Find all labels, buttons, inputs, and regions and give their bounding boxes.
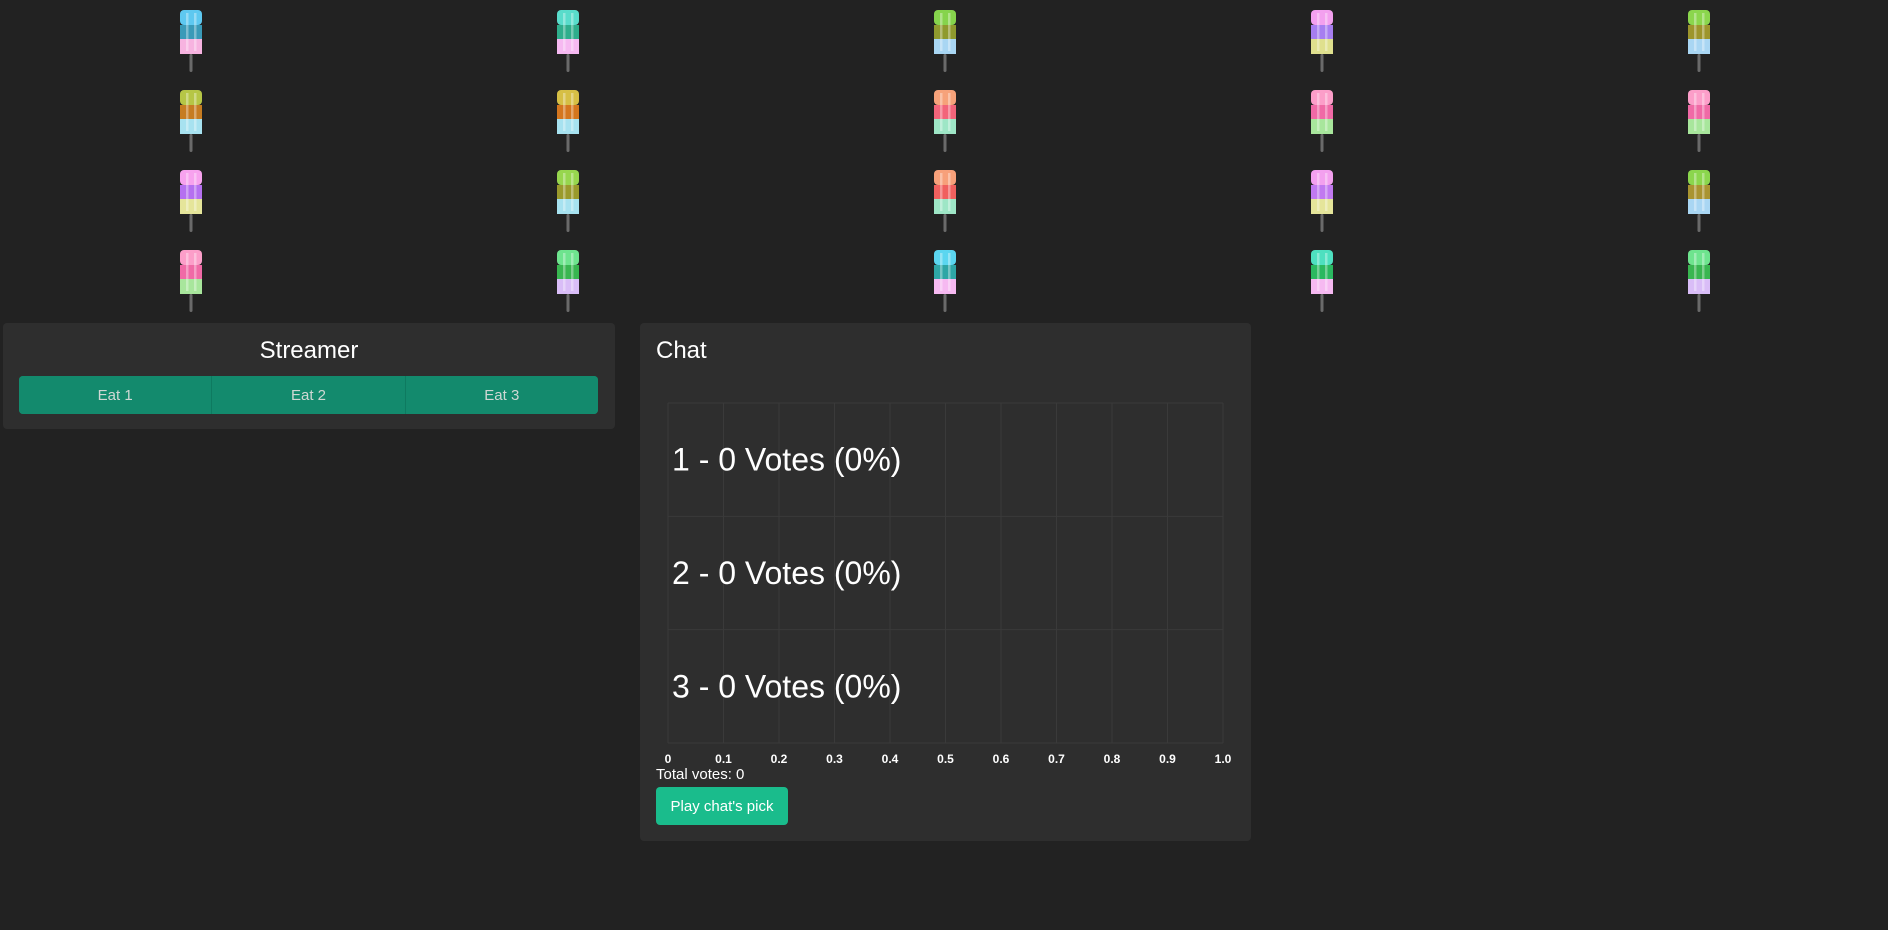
popsicle-icon <box>934 170 956 232</box>
eat-2-button[interactable]: Eat 2 <box>212 376 406 414</box>
chart-tick-label: 0.6 <box>993 752 1010 763</box>
streamer-title: Streamer <box>259 337 359 364</box>
popsicle-icon <box>557 90 579 152</box>
chart-tick-label: 0.1 <box>715 752 732 763</box>
chart-bar-label: 2 - 0 Votes (0%) <box>672 555 901 591</box>
popsicle-icon <box>1688 10 1710 72</box>
popsicle-icon <box>1688 170 1710 232</box>
chart-tick-label: 0 <box>665 752 672 763</box>
vote-chart: 1 - 0 Votes (0%) 2 - 0 Votes (0%) 3 - 0 Vo… <box>665 402 1232 763</box>
popsicle-grid <box>0 0 1888 320</box>
chat-panel: Chat 1 - 0 Votes (0%) 2 - 0 Votes (0%) 3 -… <box>640 323 1251 841</box>
chart-tick-label: 0.7 <box>1048 752 1065 763</box>
popsicle-icon <box>557 250 579 312</box>
chart-tick-label: 0.8 <box>1104 752 1121 763</box>
total-votes-label: Total votes: 0 <box>656 766 745 783</box>
popsicle-icon <box>557 10 579 72</box>
popsicle-icon <box>934 90 956 152</box>
chart-tick-label: 0.9 <box>1159 752 1176 763</box>
popsicle-icon <box>1311 10 1333 72</box>
streamer-panel: Streamer Eat 1 Eat 2 Eat 3 <box>3 323 615 429</box>
popsicle-icon <box>557 170 579 232</box>
chart-tick-label: 0.5 <box>937 752 954 763</box>
popsicle-icon <box>934 10 956 72</box>
chart-tick-label: 0.4 <box>882 752 899 763</box>
popsicle-icon <box>934 250 956 312</box>
popsicle-icon <box>1688 90 1710 152</box>
popsicle-icon <box>1311 250 1333 312</box>
play-chats-pick-button[interactable]: Play chat's pick <box>656 787 788 825</box>
popsicle-icon <box>180 250 202 312</box>
chart-tick-label: 1.0 <box>1215 752 1232 763</box>
popsicle-icon <box>180 90 202 152</box>
eat-3-button[interactable]: Eat 3 <box>405 376 598 414</box>
popsicle-icon <box>1688 250 1710 312</box>
popsicle-icon <box>1311 170 1333 232</box>
popsicle-icon <box>1311 90 1333 152</box>
chart-bar-label: 3 - 0 Votes (0%) <box>672 668 901 704</box>
popsicle-icon <box>180 10 202 72</box>
chart-tick-label: 0.2 <box>771 752 788 763</box>
chart-tick-label: 0.3 <box>826 752 843 763</box>
popsicle-icon <box>180 170 202 232</box>
chart-bar-label: 1 - 0 Votes (0%) <box>672 442 901 478</box>
streamer-button-group: Eat 1 Eat 2 Eat 3 <box>19 376 598 414</box>
eat-1-button[interactable]: Eat 1 <box>19 376 213 414</box>
